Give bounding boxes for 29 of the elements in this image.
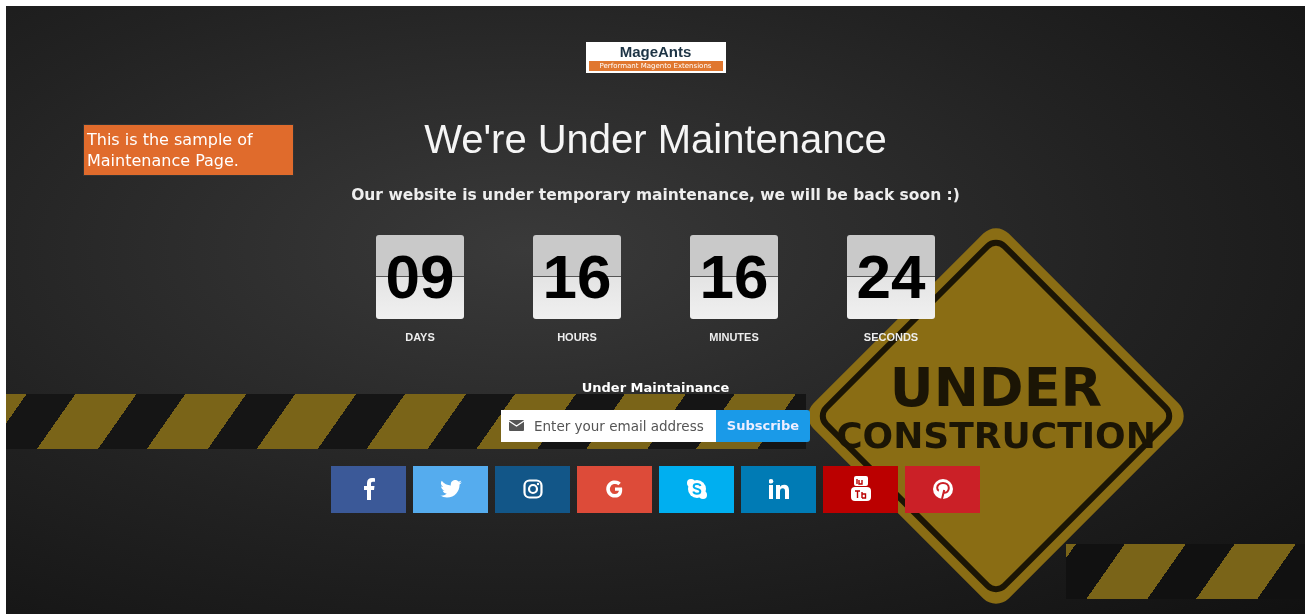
facebook-icon <box>362 478 375 501</box>
subtitle: Our website is under temporary maintenance, we will be back soon :) <box>351 184 960 206</box>
sign-text: UNDER <box>889 361 1103 415</box>
sign-text: CONSTRUCTION <box>836 418 1156 454</box>
envelope-icon <box>509 420 524 432</box>
sample-note: This is the sample of Maintenance Page. <box>83 124 294 176</box>
social-button[interactable] <box>495 465 570 513</box>
subscribe-button[interactable]: Subscribe <box>716 409 810 442</box>
countdown-label: HOURS <box>557 329 597 345</box>
pinterest-icon <box>931 478 954 501</box>
youtube-icon <box>850 476 871 503</box>
camera-icon <box>522 479 543 500</box>
countdown-label: SECONDS <box>863 329 919 345</box>
email-field[interactable]: Enter your email address <box>501 409 716 442</box>
skype-icon <box>685 478 708 501</box>
letter-g-icon <box>604 479 625 500</box>
countdown-label: MINUTES <box>709 329 759 345</box>
social-button[interactable] <box>413 465 488 513</box>
newsletter-heading: Under Maintainance <box>581 379 730 398</box>
social-button[interactable] <box>659 465 734 513</box>
social-button[interactable] <box>823 465 898 513</box>
page-title: We're Under Maintenance <box>424 118 887 159</box>
social-button[interactable] <box>577 465 652 513</box>
linkedin-icon <box>768 479 789 500</box>
bird-icon <box>439 480 462 499</box>
social-button[interactable] <box>741 465 816 513</box>
social-button[interactable] <box>331 465 406 513</box>
logo-name: MageAnts <box>619 44 692 61</box>
countdown-label: DAYS <box>405 329 435 345</box>
